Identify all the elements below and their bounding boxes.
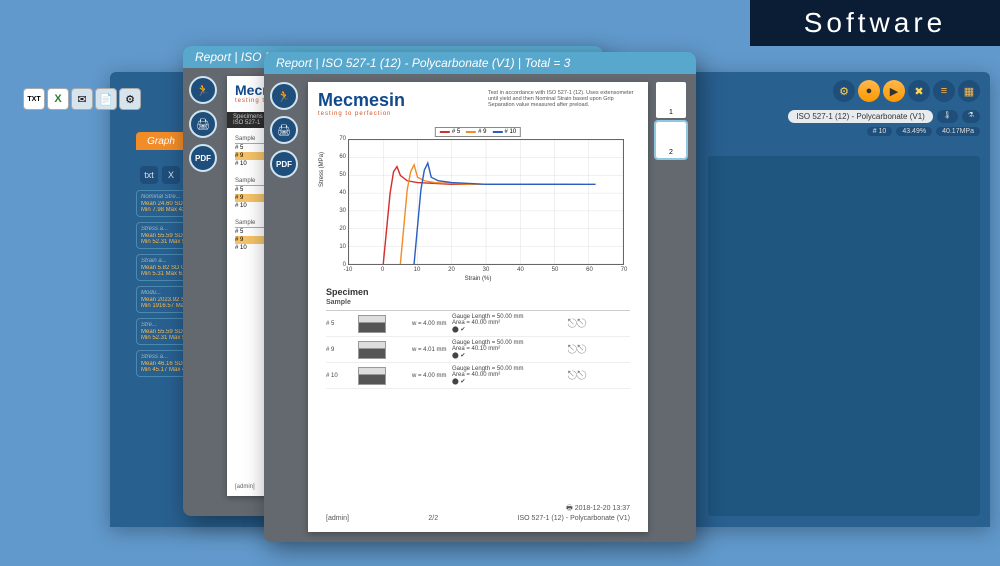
page-thumb-2[interactable]: 2 — [656, 122, 686, 158]
main-toolbar: ⚙ ● ▶ ✖ ≡ ▦ — [833, 80, 980, 102]
report-tools: 🏃 🖨 PDF — [270, 82, 302, 178]
page-thumb-1[interactable]: 1 — [656, 82, 686, 118]
specimen-shape-icon — [358, 315, 386, 333]
chip-stress: 40.17MPa — [936, 127, 980, 136]
run-icon[interactable]: 🏃 — [270, 82, 298, 110]
specimen-shape-icon — [358, 367, 386, 385]
specimen-row: # 5 w = 4.00 mm Gauge Length = 50.00 mmA… — [326, 311, 630, 337]
specimen-diagram-icon: ⎋⎋ — [566, 341, 588, 359]
page-footer-user: [admin] — [235, 484, 255, 490]
specimen-diagram-icon: ⎋⎋ — [566, 315, 588, 333]
report-page-front: Mecmesin testing to perfection Test in a… — [308, 82, 648, 532]
specimen-subheading: Sample — [326, 299, 630, 306]
test-info-bar: ISO 527-1 (12) - Polycarbonate (V1) 🌡 ⚗ … — [788, 110, 980, 136]
brand-logo: Mecmesin testing to perfection — [318, 90, 405, 117]
test-note: Test in accordance with ISO 527-1 (12). … — [488, 90, 638, 117]
calendar-icon[interactable]: ▦ — [958, 80, 980, 102]
print-icon[interactable]: 🖨 — [270, 116, 298, 144]
chip-specimen: # 10 — [867, 127, 893, 136]
page-footer: [admin] 2/2 🖶 2018-12-20 13:37 ISO 527-1… — [326, 504, 630, 522]
report-tools: 🏃 🖨 PDF — [189, 76, 221, 172]
export-txt-icon[interactable]: txt — [140, 166, 158, 184]
page-thumbnails: 1 2 — [656, 82, 690, 158]
export-xls-icon[interactable]: X — [162, 166, 180, 184]
flask-icon[interactable]: ⚗ — [962, 110, 980, 123]
report-window-front: Report | ISO 527-1 (12) - Polycarbonate … — [264, 52, 696, 542]
pdf-icon[interactable]: PDF — [270, 150, 298, 178]
software-banner: Software — [750, 0, 1000, 46]
document-icon[interactable]: 📄 — [95, 88, 117, 110]
stress-strain-chart: # 5 # 9 # 10 010203040506070 -1001020304… — [326, 129, 630, 279]
chart-legend: # 5 # 9 # 10 — [435, 127, 521, 137]
list-icon[interactable]: ≡ — [933, 80, 955, 102]
specimen-row: # 9 w = 4.01 mm Gauge Length = 50.00 mmA… — [326, 337, 630, 363]
specimen-diagram-icon: ⎋⎋ — [566, 367, 588, 385]
y-axis-label: Stress (MPa) — [319, 152, 325, 187]
footer-user: [admin] — [326, 515, 349, 522]
tools-icon[interactable]: ✖ — [908, 80, 930, 102]
print-icon[interactable]: 🖨 — [189, 110, 217, 138]
mail-icon[interactable]: ✉ — [71, 88, 93, 110]
tab-graph[interactable]: Graph — [136, 132, 186, 150]
popout-toolbar: TXT X ✉ 📄 ⚙ — [23, 88, 141, 110]
test-name-pill[interactable]: ISO 527-1 (12) - Polycarbonate (V1) — [788, 110, 933, 123]
excel-icon[interactable]: X — [47, 88, 69, 110]
x-axis-label: Strain (%) — [465, 276, 492, 282]
main-content-panel — [708, 156, 980, 516]
specimen-heading: Specimen — [326, 287, 630, 297]
gear-icon[interactable]: ⚙ — [119, 88, 141, 110]
specimen-shape-icon — [358, 341, 386, 359]
record-icon[interactable]: ● — [858, 80, 880, 102]
specimen-row: # 10 w = 4.00 mm Gauge Length = 50.00 mm… — [326, 363, 630, 389]
report-title: Report | ISO 527-1 (12) - Polycarbonate … — [264, 52, 696, 74]
specimen-table: # 5 w = 4.00 mm Gauge Length = 50.00 mmA… — [326, 310, 630, 389]
chip-strain: 43.49% — [896, 127, 932, 136]
run-icon[interactable]: 🏃 — [189, 76, 217, 104]
printer-icon: 🖶 — [566, 505, 575, 512]
thermo-icon[interactable]: 🌡 — [937, 110, 958, 123]
settings-icon[interactable]: ⚙ — [833, 80, 855, 102]
txt-icon[interactable]: TXT — [23, 88, 45, 110]
footer-page: 2/2 — [428, 515, 438, 522]
play-icon[interactable]: ▶ — [883, 80, 905, 102]
footer-test-name: ISO 527-1 (12) - Polycarbonate (V1) — [518, 515, 630, 522]
pdf-icon[interactable]: PDF — [189, 144, 217, 172]
